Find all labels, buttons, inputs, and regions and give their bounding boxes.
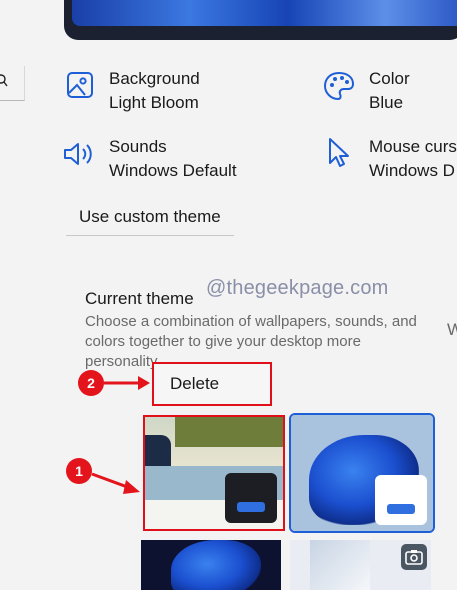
wallpaper-preview: [64, 0, 457, 40]
right-text-fragment: W: [447, 320, 457, 339]
theme-card-dark-bloom[interactable]: [141, 540, 281, 590]
taskbar-preview: [237, 502, 265, 512]
arrow-icon: [91, 472, 140, 494]
theme-preview-window: [225, 473, 277, 523]
image-icon: [67, 72, 93, 98]
mouse-cursor-title: Mouse curs: [369, 137, 457, 156]
palette-icon: [323, 71, 355, 101]
step-1-badge: 1: [66, 458, 92, 484]
delete-menu-item[interactable]: Delete: [152, 362, 272, 406]
color-value: Blue: [369, 93, 404, 112]
current-theme-title: Current theme: [85, 289, 194, 308]
use-custom-theme-button[interactable]: Use custom theme: [66, 202, 234, 236]
search-icon: [0, 74, 8, 87]
wallpaper-preview-image: [72, 0, 457, 26]
theme-card-beach[interactable]: [143, 415, 285, 531]
background-setting[interactable]: Background Light Bloom: [64, 69, 314, 121]
camera-button[interactable]: [401, 544, 427, 570]
bloom-image: [171, 540, 261, 590]
arrow-icon: [104, 376, 150, 390]
color-setting[interactable]: Color Blue: [323, 69, 457, 121]
mouse-cursor-value: Windows D: [369, 161, 455, 180]
cursor-icon: [329, 138, 349, 167]
theme-card-light-bloom[interactable]: [289, 413, 435, 533]
mouse-cursor-setting[interactable]: Mouse curs Windows D: [327, 137, 457, 189]
camera-icon: [405, 550, 423, 565]
sounds-setting[interactable]: Sounds Windows Default: [62, 137, 312, 189]
delete-label: Delete: [170, 374, 220, 393]
sounds-title: Sounds: [109, 137, 167, 156]
color-title: Color: [369, 69, 410, 88]
step-2-badge: 2: [78, 370, 104, 396]
background-value: Light Bloom: [109, 93, 199, 112]
use-custom-theme-label: Use custom theme: [79, 207, 221, 226]
background-title: Background: [109, 69, 200, 88]
watermark: @thegeekpage.com: [206, 277, 389, 299]
theme-preview-window: [375, 475, 427, 525]
taskbar-preview: [387, 504, 415, 514]
sounds-value: Windows Default: [109, 161, 237, 180]
speaker-icon: [64, 143, 92, 165]
search-box[interactable]: [0, 66, 25, 101]
theme-card-glow[interactable]: [290, 540, 431, 590]
